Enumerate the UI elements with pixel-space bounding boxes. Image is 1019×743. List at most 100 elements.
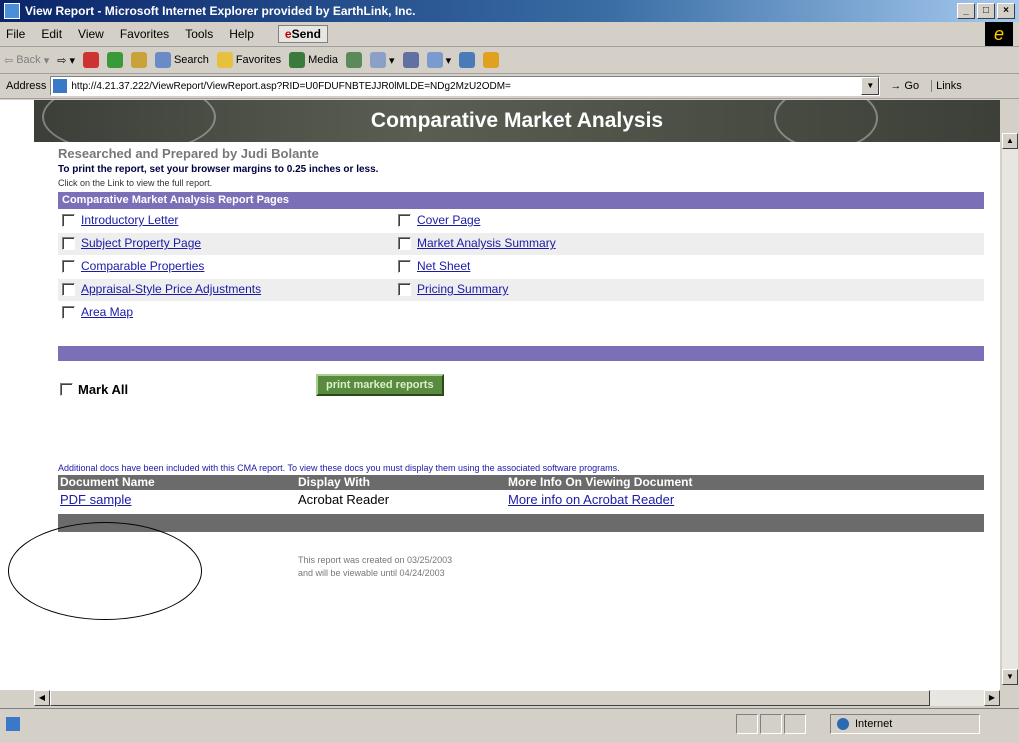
menu-view[interactable]: View [78, 27, 104, 41]
highlight-ellipse-annotation [8, 522, 202, 620]
stop-icon [82, 52, 99, 68]
forward-button[interactable]: ⇨ ▾ [57, 54, 75, 67]
scroll-up-arrow-icon[interactable]: ▲ [1002, 133, 1018, 149]
page-checkbox[interactable] [398, 236, 411, 250]
viewable-until-date: and will be viewable until 04/24/2003 [298, 568, 445, 578]
messenger-button[interactable] [483, 52, 500, 68]
address-input[interactable]: http://4.21.37.222/ViewReport/ViewReport… [50, 76, 881, 96]
send-icon: e [284, 27, 292, 41]
favorites-button[interactable]: Favorites [216, 52, 282, 68]
maximize-button[interactable]: □ [977, 3, 995, 19]
scroll-left-arrow-icon[interactable]: ◀ [34, 690, 50, 706]
stop-button[interactable] [82, 52, 99, 68]
back-button[interactable]: ⇦ Back ▾ [4, 54, 49, 67]
pdf-sample-link[interactable]: PDF sample [60, 492, 132, 507]
discuss-icon [459, 52, 476, 68]
report-page-link[interactable]: Appraisal-Style Price Adjustments [81, 282, 261, 296]
menu-edit[interactable]: Edit [41, 27, 62, 41]
report-page-link[interactable]: Subject Property Page [81, 236, 201, 250]
display-with-column-header: Display With [298, 475, 370, 489]
messenger-icon [483, 52, 500, 68]
report-page-link[interactable]: Area Map [81, 305, 133, 319]
links-button[interactable]: Links [931, 80, 962, 92]
page-checkbox[interactable] [62, 259, 75, 273]
report-page-link[interactable]: Cover Page [417, 213, 480, 227]
report-page-link[interactable]: Market Analysis Summary [417, 236, 556, 250]
mark-all-control[interactable]: Mark All [60, 382, 128, 397]
edit-icon [426, 52, 443, 68]
search-label: Search [173, 54, 209, 66]
banner-circle-decoration [774, 100, 878, 150]
report-page-link[interactable]: Comparable Properties [81, 259, 204, 273]
menu-tools[interactable]: Tools [185, 27, 213, 41]
send-label: Send [291, 27, 321, 41]
page-checkbox[interactable] [62, 213, 75, 227]
menu-favorites[interactable]: Favorites [120, 27, 169, 41]
edit-button[interactable]: ▾ [426, 52, 451, 68]
banner-title: Comparative Market Analysis [370, 109, 664, 132]
created-date: This report was created on 03/25/2003 [298, 555, 453, 565]
more-info-column-header: More Info On Viewing Document [508, 475, 693, 489]
mail-icon [370, 52, 387, 68]
security-zone: Internet [830, 714, 980, 734]
page-checkbox[interactable] [62, 282, 75, 296]
go-button[interactable]: → Go [890, 80, 919, 92]
page-checkbox[interactable] [398, 282, 411, 296]
title-bar[interactable]: View Report - Microsoft Internet Explore… [0, 0, 1019, 22]
go-arrow-icon: → [890, 80, 902, 92]
status-pane [760, 714, 782, 734]
print-marked-reports-button[interactable]: print marked reports [316, 374, 444, 396]
report-pages-footer-bar [58, 346, 984, 361]
report-page-row: Appraisal-Style Price Adjustments Pricin… [58, 279, 984, 301]
report-page-link[interactable]: Introductory Letter [81, 213, 178, 227]
search-button[interactable]: Search [154, 52, 209, 68]
scroll-down-arrow-icon[interactable]: ▼ [1002, 669, 1018, 685]
doc-table-footer-bar [58, 514, 984, 532]
vertical-scrollbar[interactable]: ▲ ▼ [1002, 133, 1018, 685]
report-banner: Comparative Market Analysis [34, 100, 1000, 154]
mark-all-checkbox[interactable] [60, 383, 73, 396]
browser-window: View Report - Microsoft Internet Explore… [0, 0, 1019, 743]
close-button[interactable]: × [997, 3, 1015, 19]
display-with-value: Acrobat Reader [298, 492, 390, 507]
address-dropdown-icon[interactable]: ▼ [861, 77, 880, 95]
send-button[interactable]: eSend [277, 25, 328, 43]
status-bar: Internet [0, 708, 1019, 743]
discuss-button[interactable] [459, 52, 476, 68]
address-label: Address [6, 80, 47, 92]
zone-label: Internet [855, 718, 893, 730]
page-checkbox[interactable] [62, 236, 75, 250]
horizontal-scrollbar[interactable]: ◀ ▶ [34, 690, 1000, 706]
address-bar: Address http://4.21.37.222/ViewReport/Vi… [0, 74, 1019, 99]
table-row: PDF sample Acrobat Reader More info on A… [58, 492, 984, 510]
acrobat-info-link[interactable]: More info on Acrobat Reader [508, 492, 674, 507]
history-button[interactable] [346, 52, 363, 68]
favorites-icon [216, 52, 233, 68]
menu-help[interactable]: Help [229, 27, 254, 41]
page-checkbox[interactable] [398, 213, 411, 227]
report-created-note: This report was created on 03/25/2003 an… [298, 554, 452, 580]
page-checkbox[interactable] [62, 305, 75, 319]
page-checkbox[interactable] [398, 259, 411, 273]
favorites-label: Favorites [235, 54, 282, 66]
status-page-icon [6, 717, 20, 731]
minimize-button[interactable]: _ [957, 3, 975, 19]
horizontal-scroll-thumb[interactable] [50, 690, 930, 706]
menu-file[interactable]: File [6, 27, 25, 41]
print-button[interactable] [402, 52, 419, 68]
refresh-button[interactable] [106, 52, 123, 68]
click-note: Click on the Link to view the full repor… [58, 178, 213, 188]
mail-button[interactable]: ▾ [370, 52, 395, 68]
report-page-link[interactable]: Pricing Summary [417, 282, 508, 296]
home-icon [130, 52, 147, 68]
mark-all-label: Mark All [78, 382, 129, 397]
window-title: View Report - Microsoft Internet Explore… [25, 4, 416, 18]
report-page-link[interactable]: Net Sheet [417, 259, 470, 273]
media-button[interactable]: Media [289, 52, 338, 68]
back-label: Back [16, 54, 41, 66]
forward-arrow-icon: ⇨ [57, 54, 67, 67]
menu-bar: File Edit View Favorites Tools Help eSen… [0, 22, 1019, 47]
home-button[interactable] [130, 52, 147, 68]
scroll-right-arrow-icon[interactable]: ▶ [984, 690, 1000, 706]
back-arrow-icon: ⇦ [4, 54, 14, 67]
